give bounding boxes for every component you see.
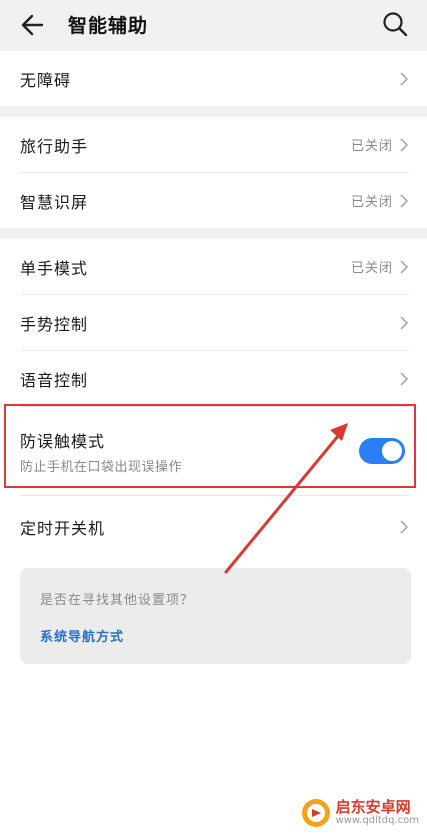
status-text: 已关闭 xyxy=(350,261,393,276)
app-header: 智能辅助 xyxy=(0,0,427,50)
row-label: 单手模式 xyxy=(20,258,89,278)
settings-row-voice-control[interactable]: 语音控制 xyxy=(20,350,409,406)
chevron-right-icon xyxy=(400,71,409,86)
row-label: 防误触模式 xyxy=(20,431,106,451)
row-subtitle: 防止手机在口袋出现误操作 xyxy=(20,459,183,475)
controls-card: 单手模式 已关闭 手势控制 语音控制 防误触模式 防止手机在口袋出现误操作 定时… xyxy=(0,239,427,559)
assistant-card: 旅行助手 已关闭 智慧识屏 已关闭 xyxy=(0,117,427,228)
suggestion-card: 是否在寻找其他设置项？ 系统导航方式 xyxy=(20,568,411,664)
row-label: 旅行助手 xyxy=(20,136,89,156)
row-label: 无障碍 xyxy=(20,70,72,90)
system-navigation-link[interactable]: 系统导航方式 xyxy=(40,626,124,645)
watermark: 启东安卓网 www.qdltdq.com xyxy=(300,797,419,829)
status-text: 已关闭 xyxy=(350,139,393,154)
row-label: 定时开关机 xyxy=(20,519,106,538)
settings-row-one-hand-mode[interactable]: 单手模式 已关闭 xyxy=(20,239,409,294)
settings-row-accidental-touch[interactable]: 防误触模式 防止手机在口袋出现误操作 xyxy=(20,406,409,495)
row-label: 语音控制 xyxy=(20,370,89,390)
chevron-right-icon xyxy=(400,520,409,534)
row-label: 智慧识屏 xyxy=(20,192,89,212)
brand-logo-icon xyxy=(301,799,330,827)
toggle-knob xyxy=(382,441,402,461)
settings-row-scheduled-power[interactable]: 定时开关机 xyxy=(20,495,409,558)
settings-row-gesture-control[interactable]: 手势控制 xyxy=(20,294,409,350)
row-label: 手势控制 xyxy=(20,314,89,334)
suggestion-question: 是否在寻找其他设置项？ xyxy=(40,593,195,608)
settings-row-accessibility[interactable]: 无障碍 xyxy=(20,51,409,106)
watermark-brand: 启东安卓网 xyxy=(335,798,411,816)
search-icon[interactable] xyxy=(381,10,409,38)
settings-row-travel-assistant[interactable]: 旅行助手 已关闭 xyxy=(20,117,409,172)
accessibility-card: 无障碍 xyxy=(0,51,427,106)
chevron-right-icon xyxy=(400,193,409,208)
chevron-right-icon xyxy=(400,315,409,330)
watermark-url: www.qdltdq.com xyxy=(335,815,419,826)
status-text: 已关闭 xyxy=(350,195,393,210)
chevron-right-icon xyxy=(400,371,409,386)
back-arrow-icon[interactable] xyxy=(18,10,48,40)
chevron-right-icon xyxy=(400,259,409,274)
settings-row-smart-screen[interactable]: 智慧识屏 已关闭 xyxy=(20,172,409,228)
accidental-touch-toggle[interactable] xyxy=(359,438,405,464)
page-title: 智能辅助 xyxy=(68,15,149,37)
chevron-right-icon xyxy=(400,137,409,152)
